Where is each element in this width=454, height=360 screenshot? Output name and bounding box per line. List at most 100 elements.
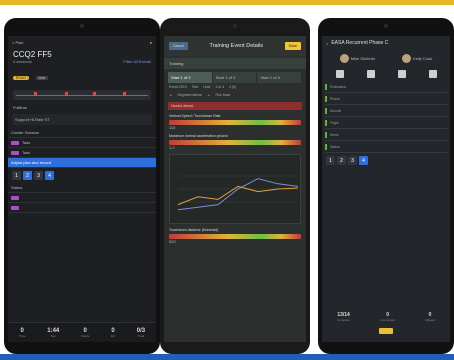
- stat-label: Err: [110, 333, 115, 338]
- grade-icon[interactable]: [397, 70, 406, 78]
- tablet-left: < Plan ● CCQ2 FF5 4 sessions Filter All …: [4, 18, 160, 354]
- status-mark: [325, 143, 327, 150]
- page-title: Training Event Details: [209, 43, 264, 49]
- person[interactable]: Kelly Cook: [402, 54, 432, 63]
- list-item-label: Adjust plan and record: [11, 160, 52, 165]
- people-row: Mike Gilchrist Kelly Cook: [322, 50, 450, 67]
- stat-label: Missed: [425, 318, 435, 322]
- camera-icon: [233, 24, 237, 28]
- meter: Touchdown distance (threshold) 520: [169, 228, 301, 244]
- screen-plan: < Plan ● CCQ2 FF5 4 sessions Filter All …: [8, 36, 156, 342]
- screen-event-details: Cancel Training Event Details Done Train…: [164, 36, 306, 342]
- stat-value: 1:44: [47, 327, 60, 334]
- stat-value: 0: [111, 327, 115, 334]
- stat: 0 Faults: [81, 328, 89, 338]
- stat: 1:44 Sec: [47, 328, 59, 338]
- flag-icon[interactable]: [123, 92, 127, 96]
- eval-icon[interactable]: [335, 70, 344, 78]
- list-item[interactable]: Cluster Session: [8, 128, 156, 138]
- list-item[interactable]: Status: [8, 183, 156, 193]
- alert-banner: Hazard ahead: [168, 102, 302, 110]
- back-button[interactable]: < Plan: [12, 40, 23, 45]
- person[interactable]: Mike Gilchrist: [339, 54, 375, 63]
- info-value: Hold: [203, 85, 211, 89]
- step-button[interactable]: 3: [34, 171, 43, 180]
- flag-icon[interactable]: [93, 92, 97, 96]
- list-item[interactable]: Task: [8, 138, 156, 148]
- list-item[interactable]: Task: [8, 148, 156, 158]
- group-panel: Support Hi-Rate ST: [12, 114, 152, 125]
- header: < EASA Recurrent Phase C: [322, 36, 450, 50]
- blue-bottom-frame: [0, 354, 454, 360]
- stat-label: Faults: [81, 333, 90, 338]
- list-item-label: Status: [330, 144, 340, 149]
- list-item[interactable]: Aircraft: [325, 105, 447, 117]
- tablet-center: Cancel Training Event Details Done Train…: [160, 18, 310, 354]
- notes-icon[interactable]: [366, 70, 375, 78]
- tab-strip: Start 1 of 2 Start 1 of 3 Start 1 of 5: [168, 72, 303, 83]
- stat-value: 0: [83, 327, 87, 334]
- list-item[interactable]: Evaluation: [325, 81, 447, 93]
- list-item-label: Status: [11, 185, 23, 190]
- meter-value: 115: [169, 125, 176, 130]
- camera-icon: [80, 24, 84, 28]
- info-row: Event 2019 Test Hold 1 of 4 4 (b): [164, 83, 306, 91]
- stat-label: Complete: [337, 318, 350, 322]
- task-list: Cluster Session Task Task Adjust plan an…: [8, 128, 156, 168]
- flag-icon[interactable]: [33, 92, 37, 96]
- yellow-top-frame: [0, 0, 454, 5]
- cancel-button[interactable]: Cancel: [169, 42, 188, 50]
- step-button[interactable]: 4: [359, 156, 368, 165]
- stat: 0 Incomplete: [380, 312, 395, 322]
- list-item-label: Cluster Session: [11, 130, 40, 135]
- list-item-label: Task: [22, 140, 31, 145]
- list-item[interactable]: Flight: [325, 117, 447, 129]
- warning-icon: ▲: [206, 93, 211, 97]
- tab[interactable]: Start 1 of 2: [168, 72, 213, 83]
- person-name: Kelly Cook: [413, 56, 433, 61]
- status-mark: [325, 131, 327, 138]
- submit-button[interactable]: [379, 328, 393, 334]
- back-icon[interactable]: <: [326, 41, 328, 46]
- info-value: Event 2019: [169, 85, 187, 89]
- line-chart: [169, 154, 301, 224]
- filter-link[interactable]: Filter All Events: [123, 59, 151, 64]
- step-button[interactable]: 4: [45, 171, 54, 180]
- section-header: Training: [164, 58, 306, 69]
- icon-bar: [322, 67, 450, 81]
- report-icon[interactable]: [428, 70, 437, 78]
- stat: 0 Missed: [425, 312, 435, 322]
- top-bar: < Plan ●: [8, 36, 156, 48]
- stat-label: Incomplete: [380, 318, 395, 322]
- flag-icon[interactable]: [65, 92, 69, 96]
- person-name: Mike Gilchrist: [350, 56, 375, 61]
- step-button[interactable]: 3: [348, 156, 357, 165]
- done-button[interactable]: Done: [284, 42, 301, 50]
- meter-label: Touchdown distance (threshold): [169, 228, 219, 232]
- timeline[interactable]: [13, 90, 151, 100]
- list-item[interactable]: [8, 203, 156, 213]
- list-item[interactable]: Status: [325, 141, 447, 153]
- list-item-label: Aircraft: [330, 108, 342, 113]
- tab[interactable]: Start 1 of 5: [257, 72, 303, 83]
- step-button[interactable]: 2: [337, 156, 346, 165]
- list-item[interactable]: Items: [325, 129, 447, 141]
- step-button[interactable]: 1: [326, 156, 335, 165]
- flags-row: ▲ Segment failure ▲ Run back: [164, 91, 306, 99]
- status-mark: [325, 119, 327, 126]
- tab[interactable]: Start 1 of 3: [212, 72, 258, 83]
- header: Cancel Training Event Details Done: [164, 36, 306, 56]
- list-item[interactable]: Phase: [325, 93, 447, 105]
- tag: [11, 150, 19, 155]
- list-item-selected[interactable]: Adjust plan and record: [8, 158, 156, 168]
- step-button[interactable]: 1: [12, 171, 21, 180]
- info-value: 1 of 4: [215, 85, 225, 89]
- meter: Maximum normal acceleration ground 1.2: [169, 134, 301, 150]
- warning-icon: ▲: [169, 93, 173, 97]
- profile-icon[interactable]: ●: [150, 40, 152, 45]
- step-button[interactable]: 2: [23, 171, 32, 180]
- list-item[interactable]: [8, 193, 156, 203]
- list-item-label: Task: [22, 150, 31, 155]
- list-item-label: Evaluation: [330, 84, 347, 89]
- tag: [11, 205, 19, 210]
